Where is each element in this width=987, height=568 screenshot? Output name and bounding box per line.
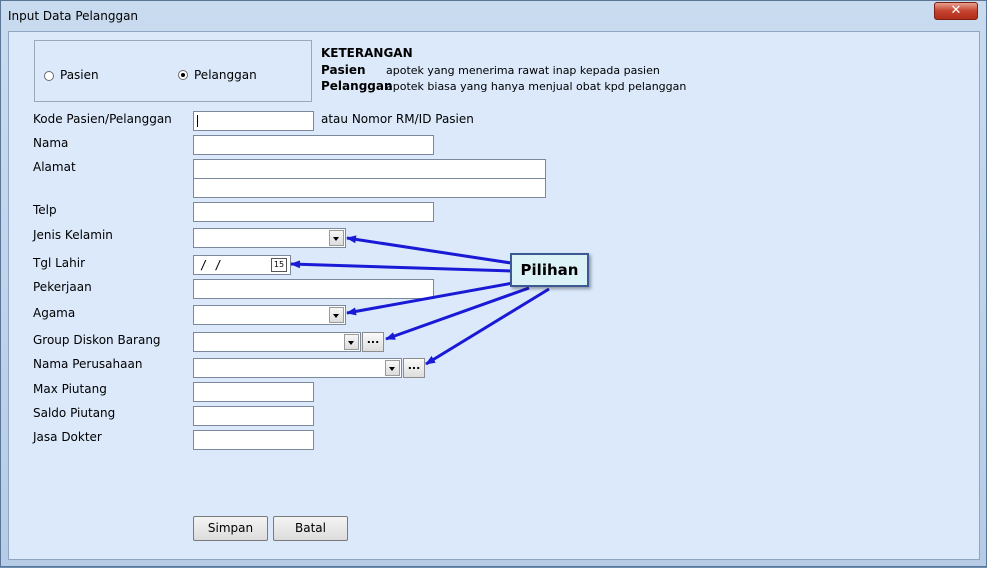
- jenis-kelamin-select[interactable]: [193, 228, 346, 248]
- nama-input[interactable]: [193, 135, 434, 155]
- nama-perusahaan-label: Nama Perusahaan: [33, 357, 143, 371]
- nama-perusahaan-select[interactable]: [193, 358, 402, 378]
- keterangan-term-pelanggan: Pelanggan: [321, 79, 393, 93]
- telp-input[interactable]: [193, 202, 434, 222]
- simpan-button[interactable]: Simpan: [193, 516, 268, 541]
- window-title: Input Data Pelanggan: [8, 9, 139, 23]
- telp-label: Telp: [33, 203, 57, 217]
- keterangan-term-pasien: Pasien: [321, 63, 366, 77]
- text-cursor: [197, 115, 198, 127]
- max-piutang-input[interactable]: [193, 382, 314, 402]
- calendar-icon[interactable]: 15: [271, 258, 287, 272]
- tgl-lahir-value: / /: [200, 258, 222, 272]
- customer-type-group: Pasien Pelanggan: [34, 40, 312, 102]
- kode-input[interactable]: [193, 111, 314, 131]
- alamat-line1-input[interactable]: [193, 159, 546, 179]
- radio-pasien[interactable]: [44, 71, 54, 81]
- kode-hint: atau Nomor RM/ID Pasien: [321, 112, 474, 126]
- pilihan-callout: Pilihan: [510, 253, 589, 287]
- agama-select[interactable]: [193, 305, 346, 325]
- radio-pasien-label[interactable]: Pasien: [60, 68, 99, 82]
- alamat-line2-input[interactable]: [193, 178, 546, 198]
- group-diskon-select[interactable]: [193, 332, 361, 352]
- radio-pelanggan[interactable]: [178, 70, 188, 80]
- alamat-label: Alamat: [33, 160, 76, 174]
- jasa-dokter-label: Jasa Dokter: [33, 430, 102, 444]
- agama-label: Agama: [33, 306, 76, 320]
- keterangan-desc-pelanggan: apotek biasa yang hanya menjual obat kpd…: [386, 80, 687, 93]
- tgl-lahir-label: Tgl Lahir: [33, 256, 86, 270]
- keterangan-heading: KETERANGAN: [321, 46, 413, 60]
- tgl-lahir-input[interactable]: / / 15: [193, 255, 291, 275]
- chevron-down-icon[interactable]: [329, 307, 344, 323]
- nama-label: Nama: [33, 136, 69, 150]
- saldo-piutang-label: Saldo Piutang: [33, 406, 116, 420]
- pekerjaan-label: Pekerjaan: [33, 280, 92, 294]
- jenis-kelamin-label: Jenis Kelamin: [33, 228, 113, 242]
- chevron-down-icon[interactable]: [344, 334, 359, 350]
- input-data-pelanggan-window: Input Data Pelanggan ✕ Pasien Pelanggan …: [0, 0, 987, 567]
- close-icon: ✕: [950, 3, 962, 18]
- group-diskon-label: Group Diskon Barang: [33, 333, 161, 347]
- chevron-down-icon[interactable]: [385, 360, 400, 376]
- form-panel: Pasien Pelanggan KETERANGAN Pasien apote…: [8, 31, 980, 560]
- batal-button[interactable]: Batal: [273, 516, 348, 541]
- jasa-dokter-input[interactable]: [193, 430, 314, 450]
- close-button[interactable]: ✕: [934, 2, 978, 20]
- nama-perusahaan-browse-button[interactable]: ...: [403, 358, 425, 378]
- pekerjaan-input[interactable]: [193, 279, 434, 299]
- title-bar[interactable]: Input Data Pelanggan ✕: [1, 1, 986, 31]
- kode-label: Kode Pasien/Pelanggan: [33, 112, 172, 126]
- keterangan-desc-pasien: apotek yang menerima rawat inap kepada p…: [386, 64, 660, 77]
- chevron-down-icon[interactable]: [329, 230, 344, 246]
- group-diskon-browse-button[interactable]: ...: [362, 332, 384, 352]
- radio-pelanggan-label[interactable]: Pelanggan: [194, 68, 257, 82]
- max-piutang-label: Max Piutang: [33, 382, 107, 396]
- saldo-piutang-input[interactable]: [193, 406, 314, 426]
